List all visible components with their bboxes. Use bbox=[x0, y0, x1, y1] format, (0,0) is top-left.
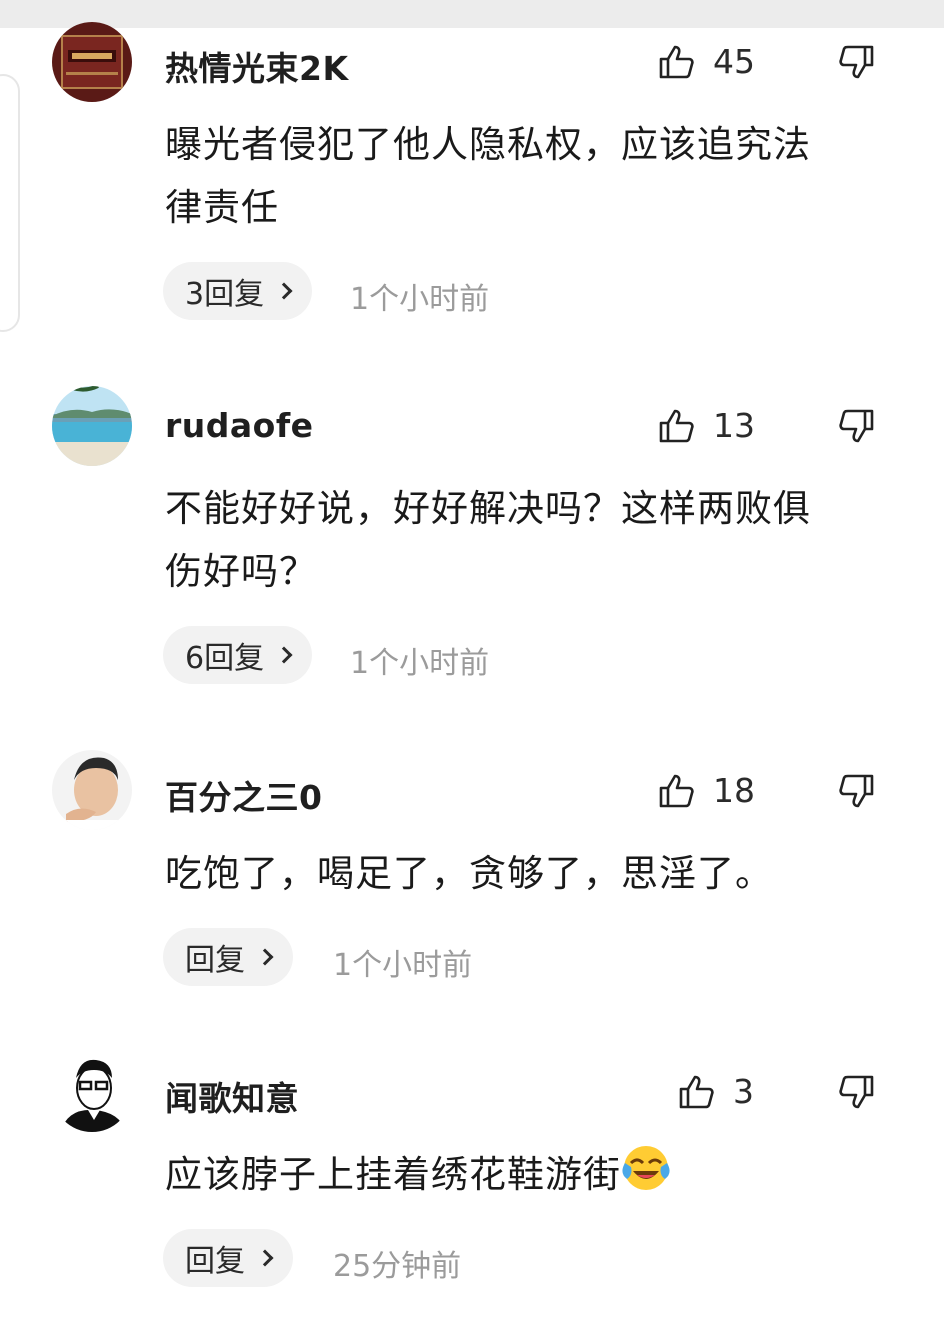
thumbs-down-icon[interactable] bbox=[836, 771, 876, 811]
reply-label: 回复 bbox=[185, 943, 245, 978]
user-avatar[interactable] bbox=[52, 386, 132, 466]
thumbs-up-icon[interactable] bbox=[657, 42, 697, 82]
reply-label: 6回复 bbox=[185, 641, 265, 676]
side-panel-edge bbox=[0, 74, 20, 332]
chevron-right-icon bbox=[275, 646, 293, 664]
comment-time: 1个小时前 bbox=[350, 282, 490, 317]
comment-text-line: 曝光者侵犯了他人隐私权，应该追究法 bbox=[165, 123, 811, 166]
username[interactable]: 热情光束2K bbox=[165, 42, 349, 90]
reply-button[interactable]: 3回复 bbox=[163, 262, 313, 320]
thumbs-up-icon[interactable] bbox=[677, 1072, 717, 1112]
top-status-strip bbox=[0, 0, 944, 28]
username[interactable]: 闻歌知意 bbox=[165, 1072, 299, 1120]
like-count: 3 bbox=[733, 1072, 754, 1111]
thumbs-up-icon[interactable] bbox=[657, 771, 697, 811]
reply-button[interactable]: 回复 bbox=[163, 1229, 293, 1287]
comment-text: 曝光者侵犯了他人隐私权，应该追究法 律责任 bbox=[165, 113, 885, 239]
user-avatar[interactable] bbox=[52, 750, 132, 830]
like-count: 45 bbox=[713, 42, 755, 81]
chevron-right-icon bbox=[275, 282, 293, 300]
user-avatar[interactable] bbox=[52, 1052, 132, 1132]
comment-text-line: 伤好吗？ bbox=[165, 550, 317, 593]
reply-label: 回复 bbox=[185, 1244, 245, 1279]
chevron-right-icon bbox=[256, 948, 274, 966]
comment-text: 应该脖子上挂着绣花鞋游街 bbox=[165, 1143, 885, 1206]
comment-text-line: 应该脖子上挂着绣花鞋游街 bbox=[165, 1153, 621, 1196]
comment-time: 25分钟前 bbox=[333, 1249, 462, 1284]
comment-time: 1个小时前 bbox=[333, 948, 473, 983]
user-avatar[interactable] bbox=[52, 22, 132, 102]
thumbs-up-icon[interactable] bbox=[657, 406, 697, 446]
comment-text: 不能好好说，好好解决吗？这样两败俱 伤好吗？ bbox=[165, 477, 885, 603]
reply-button[interactable]: 回复 bbox=[163, 928, 293, 986]
reply-button[interactable]: 6回复 bbox=[163, 626, 313, 684]
comment-time: 1个小时前 bbox=[350, 646, 490, 681]
comment-text-line: 律责任 bbox=[165, 186, 279, 229]
username[interactable]: rudaofe bbox=[165, 406, 314, 445]
reply-label: 3回复 bbox=[185, 277, 265, 312]
thumbs-down-icon[interactable] bbox=[836, 1072, 876, 1112]
laughing-crying-emoji bbox=[621, 1143, 671, 1193]
like-count: 18 bbox=[713, 771, 755, 810]
comment-text: 吃饱了，喝足了，贪够了，思淫了。 bbox=[165, 842, 885, 905]
chevron-right-icon bbox=[256, 1249, 274, 1267]
comment-text-line: 吃饱了，喝足了，贪够了，思淫了。 bbox=[165, 852, 773, 895]
thumbs-down-icon[interactable] bbox=[836, 406, 876, 446]
comment-text-line: 不能好好说，好好解决吗？这样两败俱 bbox=[165, 487, 811, 530]
username[interactable]: 百分之三0 bbox=[165, 771, 322, 819]
thumbs-down-icon[interactable] bbox=[836, 42, 876, 82]
like-count: 13 bbox=[713, 406, 755, 445]
